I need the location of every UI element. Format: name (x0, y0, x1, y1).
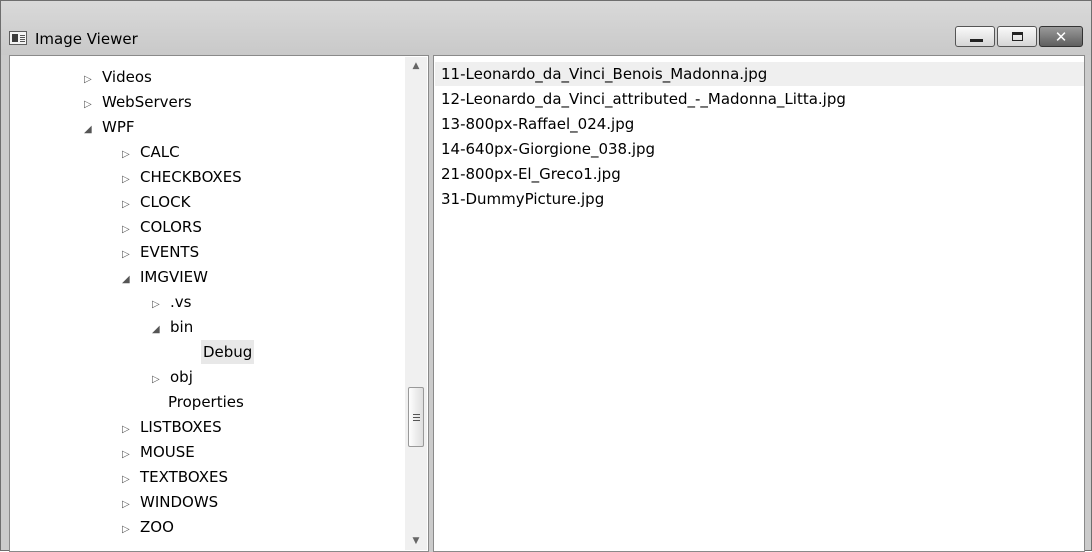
window-title: Image Viewer (35, 30, 138, 48)
tree-item-label: WPF (102, 118, 135, 136)
tree-item-label: obj (170, 368, 193, 386)
scrollbar-thumb[interactable] (408, 387, 424, 447)
file-list-item[interactable]: 13-800px-Raffael_024.jpg (435, 112, 1084, 136)
tree-item-zoo[interactable]: ▷ ZOO (122, 515, 176, 539)
tree-item-debug[interactable]: Debug (201, 340, 255, 364)
expand-arrow-icon[interactable]: ▷ (122, 168, 138, 192)
tree-item-bin[interactable]: ◢ bin (152, 315, 195, 339)
tree-item-label: WebServers (102, 93, 192, 111)
tree-item-label: IMGVIEW (140, 268, 208, 286)
maximize-button[interactable] (997, 26, 1037, 47)
tree-item-windows[interactable]: ▷ WINDOWS (122, 490, 220, 514)
file-list[interactable]: 11-Leonardo_da_Vinci_Benois_Madonna.jpg … (433, 55, 1085, 552)
tree-item-label: TEXTBOXES (140, 468, 228, 486)
tree-item-properties[interactable]: Properties (166, 390, 246, 414)
tree-item-label: LISTBOXES (140, 418, 222, 436)
file-list-item[interactable]: 31-DummyPicture.jpg (435, 187, 1084, 211)
image-viewer-window: Image Viewer ✕ ▷ Videos ▷ WebServers ◢ WPF (0, 0, 1092, 552)
collapse-arrow-icon[interactable]: ◢ (152, 318, 168, 342)
file-list-item[interactable]: 14-640px-Giorgione_038.jpg (435, 137, 1084, 161)
expand-arrow-icon[interactable]: ▷ (122, 418, 138, 442)
thumb-grip-icon (413, 414, 420, 415)
file-list-item[interactable]: 11-Leonardo_da_Vinci_Benois_Madonna.jpg (435, 62, 1084, 86)
scroll-up-arrow-icon[interactable]: ▲ (405, 57, 427, 75)
tree-item-vs[interactable]: ▷ .vs (152, 290, 193, 314)
scroll-down-arrow-icon[interactable]: ▼ (405, 532, 427, 550)
tree-item-listboxes[interactable]: ▷ LISTBOXES (122, 415, 224, 439)
tree-item-calc[interactable]: ▷ CALC (122, 140, 182, 164)
maximize-icon (1012, 32, 1023, 41)
expand-arrow-icon[interactable]: ▷ (122, 493, 138, 517)
tree-item-label: COLORS (140, 218, 202, 236)
tree-item-textboxes[interactable]: ▷ TEXTBOXES (122, 465, 230, 489)
expand-arrow-icon[interactable]: ▷ (122, 243, 138, 267)
tree-item-label: Videos (102, 68, 152, 86)
tree-item-label: CHECKBOXES (140, 168, 242, 186)
tree-item-label: .vs (170, 293, 192, 311)
expand-arrow-icon[interactable]: ▷ (122, 218, 138, 242)
expand-arrow-icon[interactable]: ▷ (152, 368, 168, 392)
tree-item-checkboxes[interactable]: ▷ CHECKBOXES (122, 165, 244, 189)
tree-item-imgview[interactable]: ◢ IMGVIEW (122, 265, 210, 289)
tree-item-label: MOUSE (140, 443, 195, 461)
file-list-item[interactable]: 12-Leonardo_da_Vinci_attributed_-_Madonn… (435, 87, 1084, 111)
close-button[interactable]: ✕ (1039, 26, 1083, 47)
collapse-arrow-icon[interactable]: ◢ (122, 268, 138, 292)
caption-buttons: ✕ (955, 26, 1083, 48)
collapse-arrow-icon[interactable]: ◢ (84, 118, 100, 142)
expand-arrow-icon[interactable]: ▷ (122, 193, 138, 217)
tree-scrollbar[interactable]: ▲ ▼ (405, 57, 427, 550)
expand-arrow-icon[interactable]: ▷ (122, 443, 138, 467)
minimize-button[interactable] (955, 26, 995, 47)
tree-item-label: EVENTS (140, 243, 200, 261)
tree-item-label: Properties (168, 393, 244, 411)
folder-tree[interactable]: ▷ Videos ▷ WebServers ◢ WPF ▷ CALC ▷ CHECKBOX… (9, 55, 429, 552)
tree-item-events[interactable]: ▷ EVENTS (122, 240, 201, 264)
tree-item-label: WINDOWS (140, 493, 219, 511)
tree-item-label: ZOO (140, 518, 174, 536)
tree-item-label: bin (170, 318, 194, 336)
tree-item-colors[interactable]: ▷ COLORS (122, 215, 204, 239)
title-bar[interactable]: Image Viewer ✕ (1, 1, 1091, 55)
tree-item-mouse[interactable]: ▷ MOUSE (122, 440, 197, 464)
minimize-icon (970, 39, 983, 42)
tree-item-videos[interactable]: ▷ Videos (84, 65, 154, 89)
expand-arrow-icon[interactable]: ▷ (122, 143, 138, 167)
expand-arrow-icon[interactable]: ▷ (122, 468, 138, 492)
expand-arrow-icon[interactable]: ▷ (84, 93, 100, 117)
tree-item-obj[interactable]: ▷ obj (152, 365, 195, 389)
window-content: ▷ Videos ▷ WebServers ◢ WPF ▷ CALC ▷ CHECKBOX… (9, 55, 1085, 552)
tree-item-label: CALC (140, 143, 180, 161)
tree-item-webservers[interactable]: ▷ WebServers (84, 90, 194, 114)
tree-item-label: Debug (201, 340, 255, 364)
expand-arrow-icon[interactable]: ▷ (122, 518, 138, 542)
expand-arrow-icon[interactable]: ▷ (84, 68, 100, 92)
tree-item-clock[interactable]: ▷ CLOCK (122, 190, 192, 214)
image-viewer-app-icon (9, 31, 27, 45)
close-icon: ✕ (1054, 28, 1068, 46)
file-list-item[interactable]: 21-800px-El_Greco1.jpg (435, 162, 1084, 186)
expand-arrow-icon[interactable]: ▷ (152, 293, 168, 317)
tree-item-wpf[interactable]: ◢ WPF (84, 115, 137, 139)
tree-item-label: CLOCK (140, 193, 191, 211)
